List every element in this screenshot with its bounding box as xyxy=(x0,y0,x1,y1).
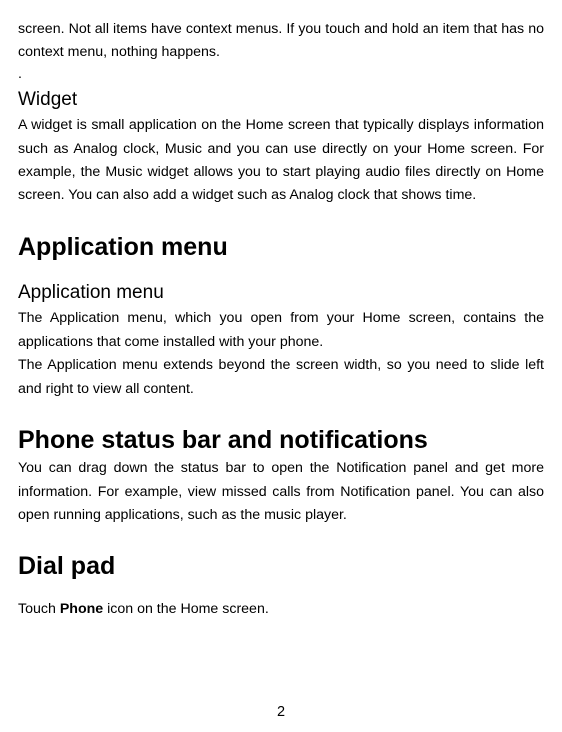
dial-pad-heading: Dial pad xyxy=(18,552,544,581)
page-number: 2 xyxy=(0,704,562,720)
widget-heading: Widget xyxy=(18,86,544,115)
status-bar-para: You can drag down the status bar to open… xyxy=(18,457,544,527)
context-menu-fragment: screen. Not all items have context menus… xyxy=(18,18,544,65)
widget-description: A widget is small application on the Hom… xyxy=(18,114,544,208)
dial-text-pre: Touch xyxy=(18,601,60,617)
dial-pad-instruction: Touch Phone icon on the Home screen. xyxy=(18,598,544,621)
phone-label-bold: Phone xyxy=(60,601,103,617)
status-bar-heading: Phone status bar and notifications xyxy=(18,426,544,455)
application-menu-subheading: Application menu xyxy=(18,279,544,308)
application-menu-heading: Application menu xyxy=(18,233,544,262)
application-menu-para2: The Application menu extends beyond the … xyxy=(18,354,544,401)
dial-text-post: icon on the Home screen. xyxy=(103,601,269,617)
application-menu-para1: The Application menu, which you open fro… xyxy=(18,307,544,354)
separator-dot: . xyxy=(18,65,544,85)
